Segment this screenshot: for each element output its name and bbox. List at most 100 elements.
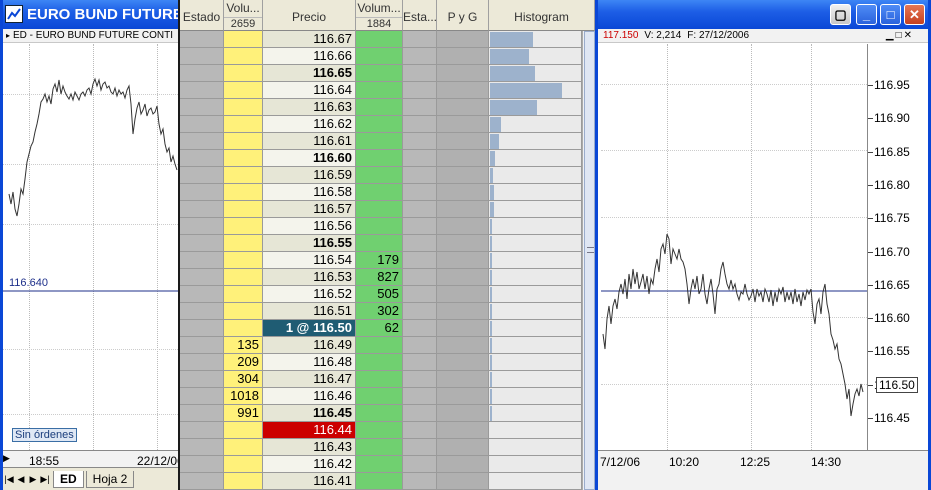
ladder-row[interactable]: 116.64 xyxy=(180,82,582,99)
estado-cell[interactable] xyxy=(180,388,224,405)
bid-volume-cell[interactable] xyxy=(224,99,263,116)
estado-cell[interactable] xyxy=(180,133,224,150)
tab-hoja-2[interactable]: Hoja 2 xyxy=(85,470,135,488)
ask-volume-cell[interactable]: 62 xyxy=(356,320,403,337)
maximize-icon[interactable]: □ xyxy=(880,4,901,25)
ask-volume-cell[interactable] xyxy=(356,405,403,422)
header-vol-ask[interactable]: Volum... 1884 xyxy=(356,0,403,31)
right-price-axis[interactable]: 116.95 116.90 116.85 116.80 116.75 116.70 116.… xyxy=(867,44,928,450)
estado-cell[interactable] xyxy=(180,184,224,201)
estado-cell[interactable] xyxy=(180,456,224,473)
next-sheet-icon[interactable]: ▶ xyxy=(27,472,39,486)
ladder-row[interactable]: 116.57 xyxy=(180,201,582,218)
ask-volume-cell[interactable]: 179 xyxy=(356,252,403,269)
esta-cell[interactable] xyxy=(403,337,437,354)
right-title-bar[interactable]: ▢ _ □ ✕ xyxy=(598,0,928,29)
esta-cell[interactable] xyxy=(403,320,437,337)
bid-volume-cell[interactable] xyxy=(224,167,263,184)
price-cell[interactable]: 116.65 xyxy=(263,65,356,82)
bid-volume-cell[interactable] xyxy=(224,31,263,48)
ladder-row[interactable]: 116.52 505 xyxy=(180,286,582,303)
esta-cell[interactable] xyxy=(403,286,437,303)
bid-volume-cell[interactable] xyxy=(224,439,263,456)
collapse-arrow-icon[interactable]: ▸ xyxy=(6,31,10,40)
bid-volume-cell[interactable] xyxy=(224,456,263,473)
ladder-scrollbar[interactable] xyxy=(582,31,595,490)
esta-cell[interactable] xyxy=(403,422,437,439)
ladder-row[interactable]: 116.63 xyxy=(180,99,582,116)
bid-volume-cell[interactable]: 135 xyxy=(224,337,263,354)
bid-volume-cell[interactable] xyxy=(224,320,263,337)
estado-cell[interactable] xyxy=(180,337,224,354)
estado-cell[interactable] xyxy=(180,422,224,439)
bid-volume-cell[interactable] xyxy=(224,201,263,218)
bid-volume-cell[interactable] xyxy=(224,235,263,252)
ladder-row[interactable]: 116.62 xyxy=(180,116,582,133)
ask-volume-cell[interactable] xyxy=(356,354,403,371)
header-pyg[interactable]: P y G xyxy=(437,0,489,31)
ladder-row[interactable]: 1018 116.46 xyxy=(180,388,582,405)
restore-icon[interactable]: ▢ xyxy=(830,4,851,25)
ladder-row[interactable]: 116.56 xyxy=(180,218,582,235)
bid-volume-cell[interactable]: 1018 xyxy=(224,388,263,405)
bid-volume-cell[interactable] xyxy=(224,133,263,150)
ladder-row[interactable]: 1 @ 116.50 62 xyxy=(180,320,582,337)
bid-volume-cell[interactable] xyxy=(224,184,263,201)
left-title-bar[interactable]: EURO BUND FUTURE CONT xyxy=(3,0,178,29)
tab-ed[interactable]: ED xyxy=(53,470,84,488)
ask-volume-cell[interactable] xyxy=(356,31,403,48)
esta-cell[interactable] xyxy=(403,133,437,150)
ladder-row[interactable]: 991 116.45 xyxy=(180,405,582,422)
ladder-row[interactable]: 116.54 179 xyxy=(180,252,582,269)
ask-volume-cell[interactable] xyxy=(356,473,403,490)
ask-volume-cell[interactable]: 302 xyxy=(356,303,403,320)
ladder-row[interactable]: 116.42 xyxy=(180,456,582,473)
esta-cell[interactable] xyxy=(403,167,437,184)
price-cell[interactable]: 116.57 xyxy=(263,201,356,218)
esta-cell[interactable] xyxy=(403,184,437,201)
estado-cell[interactable] xyxy=(180,82,224,99)
estado-cell[interactable] xyxy=(180,235,224,252)
bid-volume-cell[interactable] xyxy=(224,218,263,235)
esta-cell[interactable] xyxy=(403,116,437,133)
bid-volume-cell[interactable]: 991 xyxy=(224,405,263,422)
ladder-row[interactable]: 209 116.48 xyxy=(180,354,582,371)
ladder-row[interactable]: 116.65 xyxy=(180,65,582,82)
ask-volume-cell[interactable] xyxy=(356,337,403,354)
ask-volume-cell[interactable]: 505 xyxy=(356,286,403,303)
price-cell[interactable]: 116.62 xyxy=(263,116,356,133)
bid-volume-cell[interactable] xyxy=(224,422,263,439)
esta-cell[interactable] xyxy=(403,218,437,235)
price-cell[interactable]: 116.61 xyxy=(263,133,356,150)
bid-volume-cell[interactable] xyxy=(224,48,263,65)
estado-cell[interactable] xyxy=(180,201,224,218)
price-cell[interactable]: 116.49 xyxy=(263,337,356,354)
ask-volume-cell[interactable] xyxy=(356,99,403,116)
price-cell[interactable]: 116.53 xyxy=(263,269,356,286)
bid-volume-cell[interactable] xyxy=(224,286,263,303)
estado-cell[interactable] xyxy=(180,31,224,48)
ask-volume-cell[interactable] xyxy=(356,456,403,473)
ladder-row[interactable]: 116.66 xyxy=(180,48,582,65)
price-cell[interactable]: 116.56 xyxy=(263,218,356,235)
price-cell[interactable]: 116.48 xyxy=(263,354,356,371)
price-cell[interactable]: 116.44 xyxy=(263,422,356,439)
esta-cell[interactable] xyxy=(403,388,437,405)
estado-cell[interactable] xyxy=(180,303,224,320)
bid-volume-cell[interactable] xyxy=(224,65,263,82)
estado-cell[interactable] xyxy=(180,439,224,456)
esta-cell[interactable] xyxy=(403,82,437,99)
ladder-row[interactable]: 116.55 xyxy=(180,235,582,252)
ask-volume-cell[interactable] xyxy=(356,235,403,252)
bid-volume-cell[interactable] xyxy=(224,116,263,133)
ask-volume-cell[interactable] xyxy=(356,150,403,167)
esta-cell[interactable] xyxy=(403,201,437,218)
price-cell[interactable]: 116.67 xyxy=(263,31,356,48)
estado-cell[interactable] xyxy=(180,405,224,422)
estado-cell[interactable] xyxy=(180,252,224,269)
esta-cell[interactable] xyxy=(403,269,437,286)
ladder-row[interactable]: 116.58 xyxy=(180,184,582,201)
header-esta[interactable]: Esta... xyxy=(403,0,437,31)
esta-cell[interactable] xyxy=(403,31,437,48)
ladder-row[interactable]: 116.59 xyxy=(180,167,582,184)
